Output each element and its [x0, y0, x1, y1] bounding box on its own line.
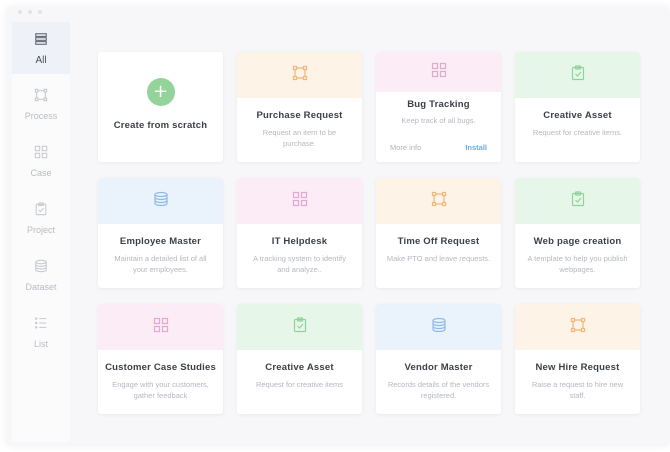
card-description: Raise a request to hire new staff.: [531, 380, 624, 400]
card-description: A template to help you publish webpages.: [527, 254, 628, 274]
sidebar-item-label: Process: [24, 111, 58, 121]
clipboard-icon: [570, 64, 586, 86]
sidebar-item-label: Project: [26, 225, 55, 235]
sidebar: All Process Case Project Dataset List: [12, 22, 70, 442]
flow-icon: [570, 317, 586, 338]
card-banner: [237, 178, 362, 224]
card-title: Web page creation: [533, 236, 622, 247]
clipboard-icon: [292, 316, 308, 338]
sidebar-item-label: List: [33, 339, 48, 349]
create-from-scratch-label: Create from scratch: [113, 120, 208, 131]
grid-icon: [431, 62, 447, 83]
clipboard-icon: [34, 202, 48, 221]
card-title: Creative Asset: [543, 110, 612, 121]
template-card[interactable]: Creative Asset Request for creative items…: [515, 52, 640, 162]
template-card[interactable]: Web page creation A template to help you …: [515, 178, 640, 288]
card-banner: [515, 52, 640, 98]
card-actions: More info Install: [390, 143, 487, 152]
card-banner: [515, 178, 640, 224]
sidebar-item-label: Case: [30, 168, 52, 178]
template-card[interactable]: Bug Tracking Keep track of all bugs. More …: [376, 52, 501, 162]
card-banner: [376, 304, 501, 350]
grid-icon: [153, 317, 169, 338]
card-title: Employee Master: [119, 236, 202, 247]
window-dot[interactable]: [38, 10, 42, 14]
template-card[interactable]: Employee Master Maintain a detailed list …: [98, 178, 223, 288]
card-title: Purchase Request: [256, 110, 343, 121]
card-description: Records details of the vendors registere…: [387, 380, 490, 400]
card-title: Creative Asset: [265, 362, 334, 373]
clipboard-icon: [570, 190, 586, 212]
card-description: Engage with your customers, gather feedb…: [112, 380, 209, 400]
card-description: Request an item to be purchase.: [262, 128, 337, 148]
database-icon: [431, 317, 447, 338]
sidebar-item-process[interactable]: Process: [12, 82, 70, 125]
template-card[interactable]: Customer Case Studies Engage with your cu…: [98, 304, 223, 414]
card-description: A tracking system to identify and analyz…: [253, 254, 346, 274]
sidebar-item-case[interactable]: Case: [12, 139, 70, 182]
card-banner: [376, 178, 501, 224]
template-card[interactable]: Time Off Request Make PTO and leave reque…: [376, 178, 501, 288]
card-banner: [515, 304, 640, 350]
card-description: Keep track of all bugs.: [401, 116, 476, 125]
card-description: Maintain a detailed list of all your emp…: [114, 254, 207, 274]
template-card[interactable]: Vendor Master Records details of the vend…: [376, 304, 501, 414]
template-card[interactable]: New Hire Request Raise a request to hire …: [515, 304, 640, 414]
sidebar-item-label: All: [35, 55, 47, 66]
card-title: Time Off Request: [397, 236, 480, 247]
grid-icon: [34, 145, 48, 164]
grid-icon: [292, 191, 308, 212]
plus-icon[interactable]: +: [146, 78, 175, 106]
template-card[interactable]: Creative Asset Request for creative items: [237, 304, 362, 414]
sidebar-item-label: Dataset: [25, 282, 57, 292]
window-dot[interactable]: [18, 10, 22, 14]
app-window: All Process Case Project Dataset List + …: [6, 6, 670, 446]
sidebar-item-all[interactable]: All: [12, 22, 70, 74]
card-description: Request for creative items.: [532, 128, 623, 137]
template-card[interactable]: Purchase Request Request an item to be pu…: [237, 52, 362, 162]
window-dot[interactable]: [28, 10, 32, 14]
card-title: Vendor Master: [404, 362, 473, 373]
install-button[interactable]: Install: [465, 143, 487, 152]
card-banner: [376, 52, 501, 92]
create-from-scratch-card[interactable]: + Create from scratch: [98, 52, 223, 162]
stack-icon: [34, 32, 48, 51]
sidebar-item-list[interactable]: List: [12, 310, 70, 353]
template-card[interactable]: IT Helpdesk A tracking system to identify…: [237, 178, 362, 288]
template-grid: + Create from scratch Purchase Request Re…: [98, 52, 640, 414]
card-title: IT Helpdesk: [271, 236, 328, 247]
sidebar-item-project[interactable]: Project: [12, 196, 70, 239]
card-banner: [98, 304, 223, 350]
database-icon: [153, 191, 169, 212]
more-info-link[interactable]: More info: [390, 143, 421, 152]
card-banner: [237, 304, 362, 350]
card-banner: [98, 178, 223, 224]
list-icon: [34, 316, 48, 335]
card-description: Request for creative items: [255, 380, 344, 389]
window-controls: [18, 10, 42, 14]
flow-icon: [292, 65, 308, 86]
sidebar-item-dataset[interactable]: Dataset: [12, 253, 70, 296]
card-title: Bug Tracking: [407, 99, 470, 110]
database-icon: [34, 259, 48, 278]
flow-icon: [34, 88, 48, 107]
card-banner: [237, 52, 362, 98]
card-title: New Hire Request: [535, 362, 620, 373]
card-title: Customer Case Studies: [105, 362, 216, 373]
flow-icon: [431, 191, 447, 212]
card-description: Make PTO and leave requests.: [386, 254, 491, 263]
